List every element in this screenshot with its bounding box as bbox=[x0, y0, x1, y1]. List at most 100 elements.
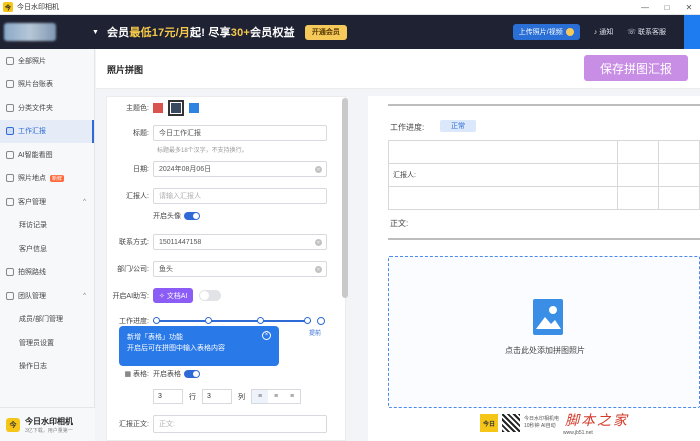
table-toggle[interactable] bbox=[184, 370, 200, 378]
notification-label: 通知 bbox=[599, 29, 614, 36]
window-title: 今日水印相机 bbox=[17, 4, 59, 11]
theme-color-blue[interactable] bbox=[189, 103, 199, 113]
table-label: ▦ 表格: bbox=[124, 371, 149, 378]
dept-input[interactable]: 鱼头 × bbox=[153, 261, 327, 277]
title-input[interactable]: 今日工作汇报 bbox=[153, 125, 327, 141]
brand-subtitle: 3亿下载，用户量第一 bbox=[25, 427, 73, 434]
show-avatar-label: 开启头像 bbox=[153, 213, 181, 220]
headset-icon: ☏ bbox=[627, 29, 636, 36]
contact-input[interactable]: 15011447158 × bbox=[153, 234, 327, 250]
close-tooltip-icon[interactable]: × bbox=[262, 331, 271, 340]
progress-status-tag: 正常 bbox=[440, 120, 476, 132]
minimize-button[interactable]: — bbox=[634, 0, 656, 15]
clear-icon[interactable]: × bbox=[315, 239, 322, 246]
vip-crown-icon bbox=[565, 28, 574, 36]
location-icon bbox=[6, 174, 14, 183]
table-cell[interactable] bbox=[387, 186, 619, 210]
ai-write-label: 文档AI bbox=[166, 292, 188, 300]
progress-end-label: 提前 bbox=[309, 331, 322, 337]
body-input[interactable]: 正文: bbox=[153, 415, 327, 433]
align-left-button[interactable]: ≡ bbox=[252, 390, 268, 403]
upload-button[interactable]: 上传照片/视频 bbox=[512, 24, 580, 40]
sidebar-item[interactable]: AI智能看图 bbox=[0, 143, 94, 167]
page-title: 照片拼图 bbox=[107, 65, 144, 75]
sidebar-item-label: 分类文件夹 bbox=[18, 104, 53, 112]
theme-color-red[interactable] bbox=[153, 103, 163, 113]
new-badge: 新鲜 bbox=[50, 174, 65, 182]
theme-color-dark[interactable] bbox=[168, 100, 184, 116]
sidebar-item[interactable]: 拍照路线 bbox=[0, 261, 94, 285]
notification-button[interactable]: ♪ 通知 bbox=[594, 27, 614, 37]
table-cell[interactable] bbox=[617, 186, 660, 210]
save-report-button[interactable]: 保存拼图汇报 bbox=[584, 55, 688, 81]
sidebar-item[interactable]: 管理员设置 bbox=[0, 331, 94, 355]
form-scrollbar[interactable] bbox=[342, 98, 348, 298]
date-input[interactable]: 2024年08月06日 × bbox=[153, 161, 327, 177]
table-cell[interactable] bbox=[617, 140, 660, 164]
date-label: 日期: bbox=[133, 166, 149, 173]
align-right-button[interactable]: ≡ bbox=[284, 390, 300, 403]
sidebar-item[interactable]: 工作汇报 bbox=[0, 119, 94, 143]
sidebar-item[interactable]: 客户管理 ^ bbox=[0, 190, 94, 214]
support-button[interactable]: ☏ 联系客服 bbox=[627, 27, 666, 37]
show-avatar-toggle[interactable] bbox=[184, 212, 200, 220]
ai-icon bbox=[6, 150, 14, 159]
sidebar-item-label: 客户信息 bbox=[19, 245, 47, 253]
sidebar-item[interactable]: 照片地点 新鲜 bbox=[0, 167, 94, 191]
reporter-input[interactable]: 请输入汇报人 bbox=[153, 188, 327, 204]
table-cell[interactable]: 汇报人: bbox=[387, 163, 619, 187]
maximize-button[interactable]: □ bbox=[656, 0, 678, 15]
ai-write-toggle[interactable] bbox=[199, 290, 222, 301]
preview-table: 汇报人: bbox=[387, 140, 700, 210]
sidebar-item[interactable]: 拜访记录 bbox=[0, 214, 94, 238]
align-group: ≡ ≡ ≡ bbox=[251, 389, 301, 404]
app-logo-icon: 今 bbox=[3, 2, 13, 12]
sidebar-item-label: 工作汇报 bbox=[18, 128, 46, 136]
clear-icon[interactable]: × bbox=[315, 266, 322, 273]
qr-code-icon bbox=[502, 414, 520, 432]
clear-icon[interactable]: × bbox=[315, 166, 322, 173]
upload-label: 上传照片/视频 bbox=[518, 29, 563, 36]
ai-write-button[interactable]: ✧ 文档AI bbox=[153, 288, 194, 303]
table-cell[interactable] bbox=[658, 163, 700, 187]
chevron-up-icon[interactable]: ^ bbox=[83, 293, 86, 299]
sidebar-item[interactable]: 团队管理 ^ bbox=[0, 284, 94, 308]
dropzone-label: 点击此处添加拼图照片 bbox=[505, 346, 585, 355]
tooltip-title: 新增「表格」功能 bbox=[127, 334, 183, 341]
feature-tooltip: 新增「表格」功能 开启后可在拼图中输入表格内容 × bbox=[119, 326, 279, 366]
progress-slider[interactable] bbox=[153, 317, 311, 325]
table-icon bbox=[6, 80, 14, 89]
table-cell[interactable] bbox=[658, 186, 700, 210]
sidebar-item[interactable]: 全部照片 bbox=[0, 49, 94, 73]
sidebar-item[interactable]: 分类文件夹 bbox=[0, 96, 94, 120]
table-cell[interactable] bbox=[617, 163, 660, 187]
chevron-up-icon[interactable]: ^ bbox=[83, 199, 86, 205]
sidebar-item[interactable]: 操作日志 bbox=[0, 355, 94, 379]
report-icon bbox=[6, 127, 14, 136]
vip-promo-banner: 会员最低17元/月起! 尽享30+会员权益 bbox=[106, 27, 295, 39]
image-placeholder-icon bbox=[533, 299, 563, 335]
sidebar-item[interactable]: 照片台账表 bbox=[0, 73, 94, 97]
sidebar-item-label: 拍照路线 bbox=[18, 269, 46, 277]
dept-value: 鱼头 bbox=[159, 266, 173, 273]
close-button[interactable]: ✕ bbox=[678, 0, 700, 15]
rows-input[interactable]: 3 bbox=[153, 389, 183, 404]
align-center-button[interactable]: ≡ bbox=[268, 390, 284, 403]
sidebar-item-label: 全部照片 bbox=[18, 57, 46, 65]
contact-label: 联系方式: bbox=[119, 239, 149, 246]
sidebar-item[interactable]: 成员/部门管理 bbox=[0, 308, 94, 332]
cols-input[interactable]: 3 bbox=[202, 389, 232, 404]
table-cell[interactable] bbox=[387, 140, 619, 164]
report-preview: 工作进度: 正常 汇报人: 正文: 点击此处添加拼图照片 bbox=[368, 96, 700, 441]
account-dropdown-icon[interactable]: ▼ bbox=[92, 29, 99, 36]
open-vip-button[interactable]: 开通会员 bbox=[304, 24, 347, 40]
contact-value: 15011447158 bbox=[159, 238, 202, 246]
bell-icon: ♪ bbox=[593, 28, 598, 36]
support-label: 联系客服 bbox=[638, 29, 666, 36]
divider bbox=[388, 104, 700, 106]
sidebar-item[interactable]: 客户信息 bbox=[0, 237, 94, 261]
photo-dropzone[interactable]: 点击此处添加拼图照片 bbox=[388, 256, 700, 408]
progress-end-icon[interactable] bbox=[317, 317, 325, 325]
user-avatar[interactable] bbox=[4, 23, 56, 41]
table-cell[interactable] bbox=[658, 140, 700, 164]
